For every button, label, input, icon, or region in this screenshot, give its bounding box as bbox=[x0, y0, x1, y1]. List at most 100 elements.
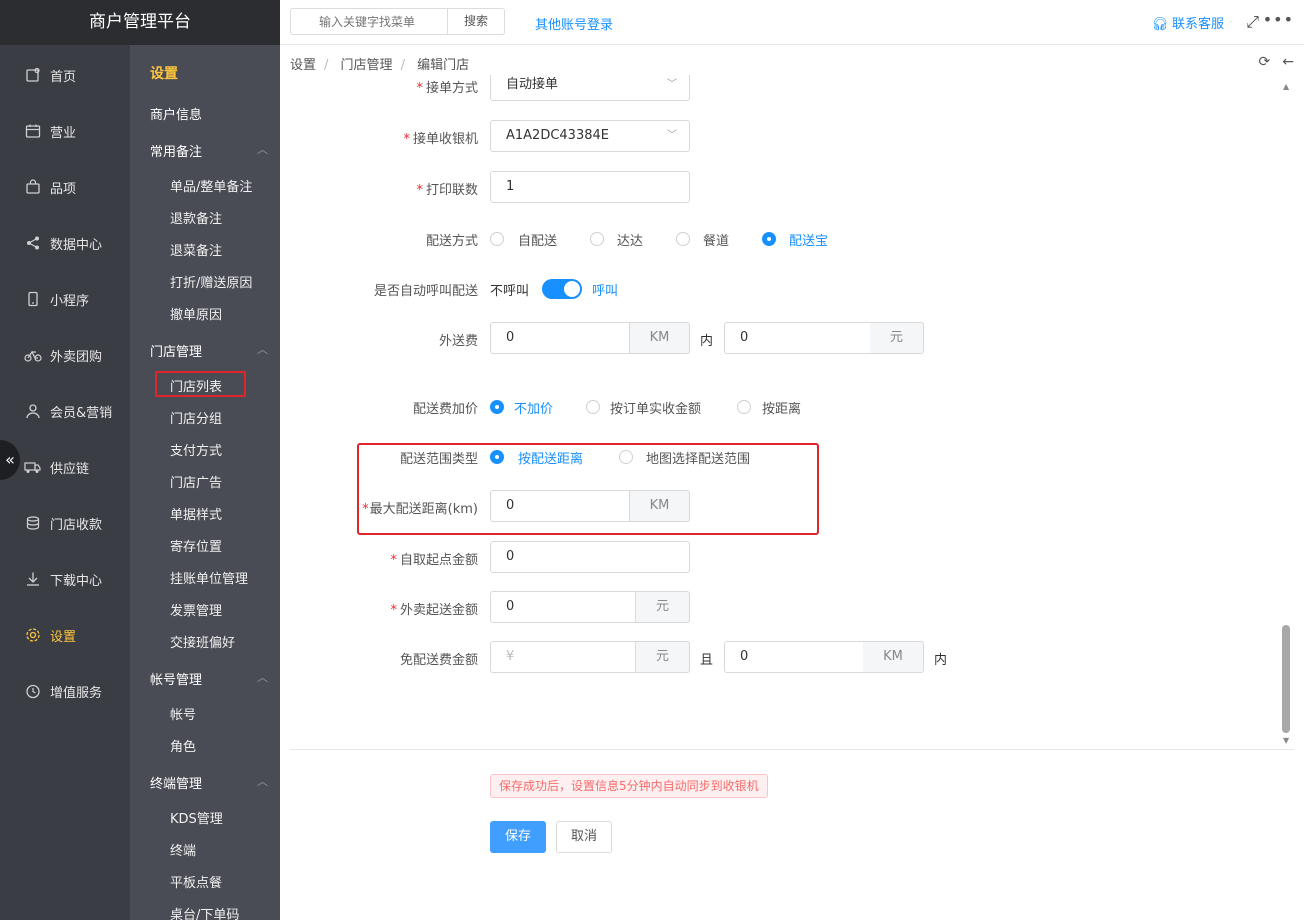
delivery-min-input[interactable]: 0 bbox=[490, 591, 636, 623]
home-icon bbox=[24, 66, 42, 84]
delivery-fee-amount-input[interactable]: 0 bbox=[724, 322, 871, 354]
submenu-item[interactable]: 桌台/下单码 bbox=[170, 904, 239, 920]
auto-call-switch[interactable] bbox=[542, 279, 582, 299]
submenu-item[interactable]: 门店分组 bbox=[170, 408, 222, 427]
more-icon[interactable]: ••• bbox=[1263, 10, 1294, 29]
refresh-icon[interactable]: ⟳ bbox=[1259, 54, 1271, 70]
submenu-item[interactable]: 发票管理 bbox=[170, 600, 222, 619]
submenu-group-terminal[interactable]: 终端管理 ︿ bbox=[150, 773, 268, 792]
nav-item-mini-program[interactable]: 小程序 bbox=[0, 279, 130, 319]
delivery-fee-km-input[interactable]: 0 bbox=[490, 322, 630, 354]
nav-item-store-payment[interactable]: 门店收款 bbox=[0, 503, 130, 543]
cancel-button[interactable]: 取消 bbox=[556, 821, 612, 853]
search-input[interactable] bbox=[290, 8, 448, 35]
radio-label: 配送宝 bbox=[789, 234, 829, 249]
delivery-fee-label: 外送费 bbox=[438, 334, 478, 349]
nav-label: 供应链 bbox=[50, 461, 90, 477]
submenu-item[interactable]: 帐号 bbox=[170, 704, 196, 723]
nav-item-value-added[interactable]: 增值服务 bbox=[0, 671, 130, 711]
search-button[interactable]: 搜索 bbox=[448, 8, 505, 35]
nav-label: 营业 bbox=[50, 125, 77, 141]
submenu-item[interactable]: 终端 bbox=[170, 840, 196, 859]
submenu-item[interactable]: 支付方式 bbox=[170, 440, 222, 459]
free-fee-amount-input[interactable]: ¥ bbox=[490, 641, 636, 673]
nav-item-member[interactable]: 会员&营销 bbox=[0, 391, 130, 431]
km-unit: KM bbox=[630, 322, 690, 354]
radio-peisongbao[interactable] bbox=[762, 232, 776, 246]
radio-by-distance[interactable] bbox=[737, 400, 751, 414]
nav-item-business[interactable]: 营业 bbox=[0, 111, 130, 151]
submenu-group-notes[interactable]: 常用备注 ︿ bbox=[150, 141, 268, 160]
radio-no-markup[interactable] bbox=[490, 400, 504, 414]
scrollbar-thumb[interactable] bbox=[1282, 625, 1290, 733]
nav-item-supply-chain[interactable]: 供应链 bbox=[0, 447, 130, 487]
nav-label: 品项 bbox=[50, 181, 77, 197]
nav-label: 数据中心 bbox=[50, 237, 103, 253]
submenu-item[interactable]: 退款备注 bbox=[170, 208, 222, 227]
switch-off-text: 不呼叫 bbox=[490, 284, 530, 299]
group-label: 门店管理 bbox=[150, 345, 203, 360]
scroll-up-arrow-icon[interactable]: ▲ bbox=[1283, 82, 1289, 91]
submenu-item[interactable]: 寄存位置 bbox=[170, 536, 222, 555]
submenu-group-store[interactable]: 门店管理 ︿ bbox=[150, 341, 268, 360]
accept-mode-select[interactable]: 自动接单 ﹀ bbox=[490, 75, 690, 101]
scroll-down-arrow-icon[interactable]: ▼ bbox=[1283, 736, 1289, 745]
submenu-item[interactable]: 平板点餐 bbox=[170, 872, 222, 891]
submenu-item[interactable]: 交接班偏好 bbox=[170, 632, 235, 651]
pickup-min-input[interactable]: 0 bbox=[490, 541, 690, 573]
breadcrumb-item[interactable]: 门店管理 bbox=[341, 58, 393, 73]
yuan-unit: 元 bbox=[870, 322, 924, 354]
form-scrollbar[interactable]: ▲ ▼ bbox=[1280, 80, 1294, 745]
radio-candao[interactable] bbox=[676, 232, 690, 246]
submenu-item[interactable]: 角色 bbox=[170, 736, 196, 755]
submenu-item[interactable]: KDS管理 bbox=[170, 808, 223, 827]
accept-cashier-select[interactable]: A1A2DC43384E ﹀ bbox=[490, 120, 690, 152]
submenu-item[interactable]: 单品/整单备注 bbox=[170, 176, 252, 195]
radio-self-delivery[interactable] bbox=[490, 232, 504, 246]
settings-submenu: 设置 商户信息 常用备注 ︿ 单品/整单备注 退款备注 退菜备注 打折/赠送原因… bbox=[130, 45, 280, 920]
bag-icon bbox=[24, 178, 42, 196]
breadcrumb-item[interactable]: 设置 bbox=[290, 58, 316, 73]
nav-item-settings[interactable]: 设置 bbox=[0, 615, 130, 655]
group-label: 终端管理 bbox=[150, 777, 203, 792]
radio-label: 按距离 bbox=[762, 402, 802, 417]
delivery-method-label: 配送方式 bbox=[425, 234, 478, 249]
nav-item-items[interactable]: 品项 bbox=[0, 167, 130, 207]
breadcrumb: 设置 / 门店管理 / 编辑门店 bbox=[290, 58, 470, 73]
contact-service-link[interactable]: 🎧︎ 联系客服 bbox=[1151, 13, 1224, 32]
nav-item-takeout[interactable]: 外卖团购 bbox=[0, 335, 130, 375]
nav-item-download-center[interactable]: 下载中心 bbox=[0, 559, 130, 599]
submenu-item[interactable]: 单据样式 bbox=[170, 504, 222, 523]
submenu-item[interactable]: 打折/赠送原因 bbox=[170, 272, 252, 291]
delivery-min-label: * 外卖起送金额 bbox=[390, 603, 478, 618]
back-arrow-icon[interactable]: ← bbox=[1282, 54, 1294, 70]
submenu-item[interactable]: 退菜备注 bbox=[170, 240, 222, 259]
highlight-box bbox=[155, 371, 246, 397]
save-button[interactable]: 保存 bbox=[490, 821, 546, 853]
nav-item-data-center[interactable]: 数据中心 bbox=[0, 223, 130, 263]
nav-label: 小程序 bbox=[50, 293, 90, 309]
radio-label: 不加价 bbox=[514, 402, 554, 417]
nav-item-home[interactable]: 首页 bbox=[0, 55, 130, 95]
submenu-title: 设置 bbox=[150, 66, 178, 82]
free-fee-km-input[interactable]: 0 bbox=[724, 641, 864, 673]
submenu-item[interactable]: 门店广告 bbox=[170, 472, 222, 491]
fullscreen-icon[interactable]: ⤢ bbox=[1246, 12, 1259, 32]
submenu-group-account[interactable]: 帐号管理 ︿ bbox=[150, 669, 268, 688]
accept-mode-label: * 接单方式 bbox=[416, 81, 478, 96]
radio-dada[interactable] bbox=[590, 232, 604, 246]
calendar-icon bbox=[24, 122, 42, 140]
km-unit: KM bbox=[863, 641, 924, 673]
double-chevron-left-icon: « bbox=[5, 450, 15, 469]
radio-label: 自配送 bbox=[518, 234, 558, 249]
headset-icon: 🎧︎ bbox=[1151, 17, 1168, 32]
submenu-item-merchant-info[interactable]: 商户信息 bbox=[150, 104, 202, 123]
other-account-login-link[interactable]: 其他账号登录 bbox=[535, 14, 613, 33]
submenu-item[interactable]: 挂账单位管理 bbox=[170, 568, 248, 587]
chevron-down-icon: ﹀ bbox=[667, 79, 677, 90]
submenu-item[interactable]: 撤单原因 bbox=[170, 304, 222, 323]
radio-by-order-amount[interactable] bbox=[586, 400, 600, 414]
chevron-up-icon: ︿ bbox=[257, 671, 268, 684]
print-copies-input[interactable]: 1 bbox=[490, 171, 690, 203]
main-nav: 首页 营业 品项 数据中心 小程序 外卖团购 会员&营销 供应链 门店收款 下载… bbox=[0, 0, 130, 920]
